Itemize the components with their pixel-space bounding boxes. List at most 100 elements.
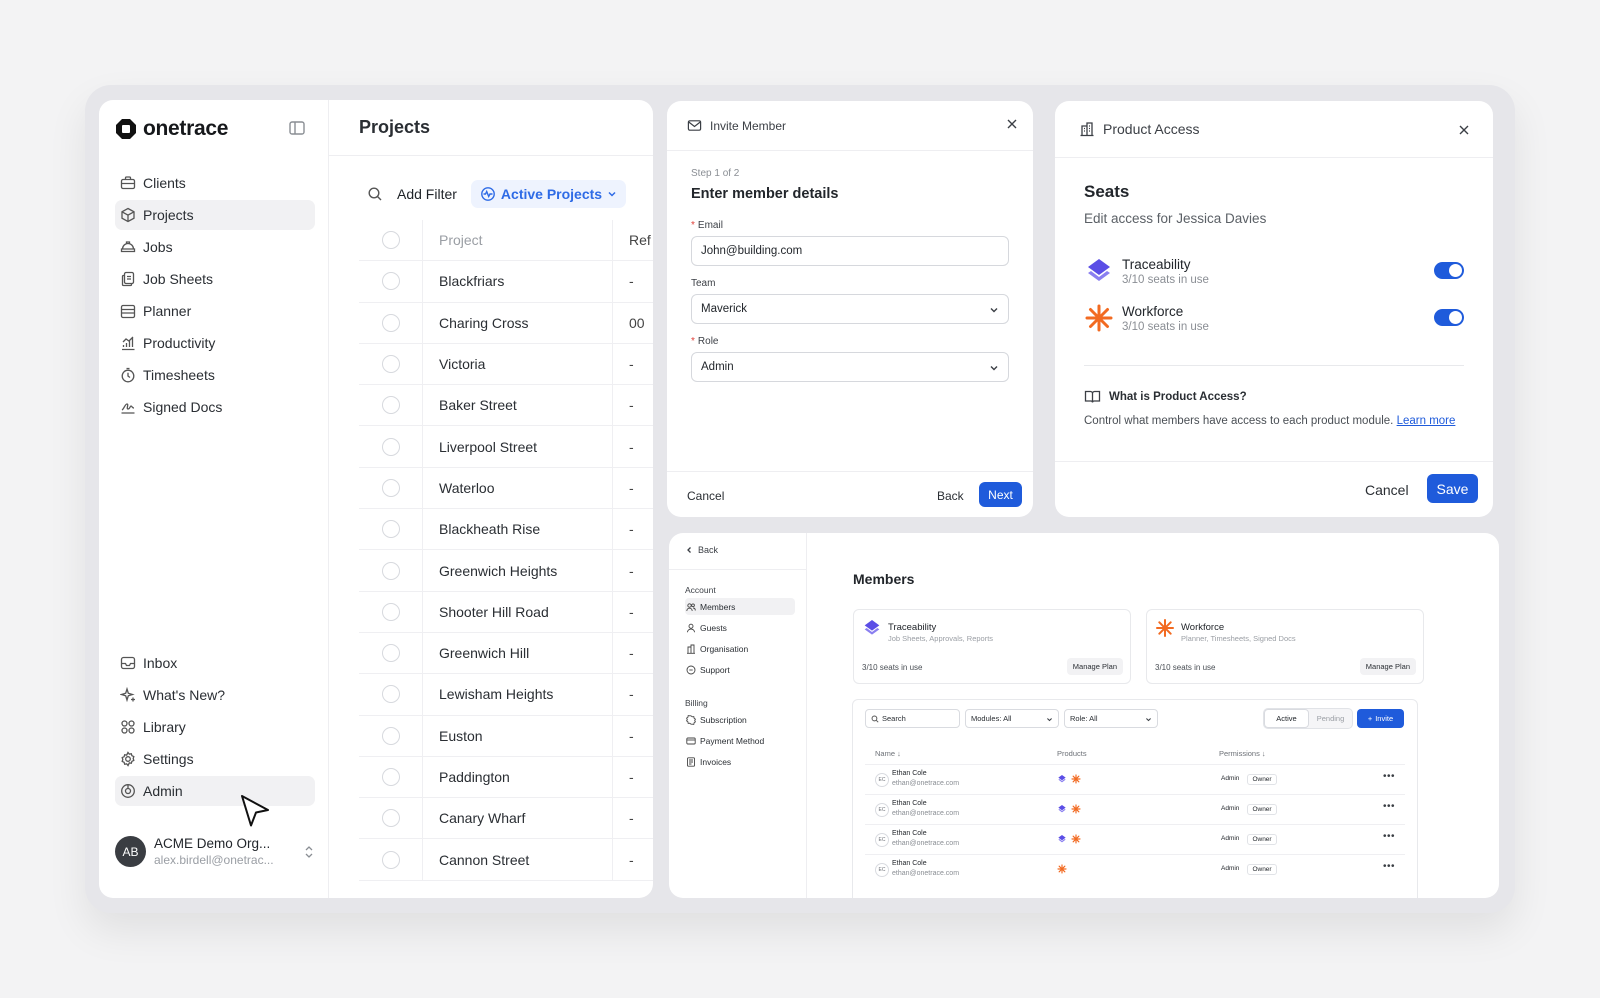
sidebar-item-planner[interactable]: Planner	[115, 296, 315, 326]
row-checkbox[interactable]	[381, 355, 400, 374]
settings-item-support[interactable]: Support	[685, 661, 795, 678]
table-row[interactable]: EC Ethan Cole ethan@onetrace.com Admin Owner…	[865, 794, 1405, 824]
settings-item-invoices[interactable]: Invoices	[685, 753, 795, 770]
learn-more-link[interactable]: Learn more	[1397, 415, 1456, 427]
save-button[interactable]: Save	[1427, 474, 1478, 503]
more-options-icon[interactable]: •••	[1383, 801, 1395, 812]
cancel-button[interactable]: Cancel	[1365, 482, 1409, 498]
search-icon[interactable]	[367, 186, 383, 202]
traceability-toggle[interactable]	[1434, 262, 1464, 279]
table-row[interactable]: Lewisham Heights -	[359, 674, 653, 716]
settings-item-members[interactable]: Members	[685, 598, 795, 615]
back-button[interactable]: Back	[937, 489, 964, 503]
project-name: Charing Cross	[423, 302, 613, 343]
cancel-button[interactable]: Cancel	[687, 489, 724, 503]
settings-item-organisation[interactable]: Organisation	[685, 640, 795, 657]
sidebar-item-settings[interactable]: Settings	[115, 744, 315, 774]
tab-pending[interactable]: Pending	[1309, 709, 1352, 728]
column-header-ref[interactable]: Ref	[613, 232, 651, 248]
table-row[interactable]: Cannon Street -	[359, 839, 653, 881]
row-checkbox[interactable]	[381, 850, 400, 869]
sidebar-item-inbox[interactable]: Inbox	[115, 648, 315, 678]
close-icon[interactable]	[1457, 123, 1471, 137]
email-field[interactable]: John@building.com	[691, 236, 1009, 266]
sidebar-item-admin[interactable]: Admin	[115, 776, 315, 806]
table-row[interactable]: Greenwich Heights -	[359, 550, 653, 592]
row-select-cell	[359, 591, 423, 632]
sidebar-item-library[interactable]: Library	[115, 712, 315, 742]
manage-plan-button[interactable]: Manage Plan	[1359, 658, 1416, 675]
table-row[interactable]: Paddington -	[359, 756, 653, 799]
role-select[interactable]: Admin	[691, 352, 1009, 382]
table-row[interactable]: EC Ethan Cole ethan@onetrace.com Admin Owner…	[865, 764, 1405, 794]
column-header-project[interactable]: Project	[423, 220, 613, 261]
sidebar-item-timesheets[interactable]: Timesheets	[115, 360, 315, 390]
row-checkbox[interactable]	[381, 478, 400, 497]
active-projects-filter[interactable]: Active Projects	[470, 180, 627, 208]
row-checkbox[interactable]	[381, 685, 400, 704]
sidebar-toggle-icon[interactable]	[288, 119, 306, 137]
invite-button[interactable]: + Invite	[1357, 709, 1404, 728]
row-checkbox[interactable]	[381, 437, 400, 456]
manage-plan-button[interactable]: Manage Plan	[1066, 658, 1123, 675]
table-row[interactable]: Euston -	[359, 715, 653, 757]
column-header-name[interactable]: Name ↓	[875, 749, 901, 758]
sidebar-item-productivity[interactable]: Productivity	[115, 328, 315, 358]
more-options-icon[interactable]: •••	[1383, 861, 1395, 872]
table-row[interactable]: Greenwich Hill -	[359, 632, 653, 675]
logo[interactable]: onetrace	[115, 117, 228, 141]
tab-active[interactable]: Active	[1264, 709, 1309, 728]
table-row[interactable]: Charing Cross 00	[359, 302, 653, 344]
row-checkbox[interactable]	[381, 726, 400, 745]
table-row[interactable]: Canary Wharf -	[359, 798, 653, 840]
sidebar-item-projects[interactable]: Projects	[115, 200, 315, 230]
sidebar-item-clients[interactable]: Clients	[115, 168, 315, 198]
more-options-icon[interactable]: •••	[1383, 771, 1395, 782]
more-options-icon[interactable]: •••	[1383, 831, 1395, 842]
table-row[interactable]: EC Ethan Cole ethan@onetrace.com Admin Owner…	[865, 824, 1405, 854]
back-link[interactable]: Back	[685, 545, 718, 555]
select-all-checkbox[interactable]	[381, 231, 400, 250]
search-input[interactable]: Search	[865, 709, 960, 728]
settings-item-subscription[interactable]: Subscription	[685, 711, 795, 728]
row-checkbox[interactable]	[381, 561, 400, 580]
card-icon	[686, 737, 696, 744]
sidebar-item-label: Jobs	[143, 239, 173, 255]
table-row[interactable]: Baker Street -	[359, 385, 653, 427]
sidebar-item-job-sheets[interactable]: Job Sheets	[115, 264, 315, 294]
row-checkbox[interactable]	[381, 396, 400, 415]
column-header-permissions[interactable]: Permissions ↓	[1219, 749, 1266, 758]
table-row[interactable]: Waterloo -	[359, 467, 653, 510]
sidebar-item-whats-new[interactable]: What's New?	[115, 680, 315, 710]
member-permissions: Admin Owner	[1217, 804, 1277, 815]
row-checkbox[interactable]	[381, 809, 400, 828]
table-row[interactable]: Victoria -	[359, 343, 653, 386]
next-button[interactable]: Next	[979, 482, 1022, 507]
row-checkbox[interactable]	[381, 520, 400, 539]
sidebar-item-jobs[interactable]: Jobs	[115, 232, 315, 262]
row-checkbox[interactable]	[381, 644, 400, 663]
settings-item-guests[interactable]: Guests	[685, 619, 795, 636]
table-row[interactable]: Shooter Hill Road -	[359, 591, 653, 633]
row-checkbox[interactable]	[381, 768, 400, 786]
table-row[interactable]: Blackfriars -	[359, 261, 653, 303]
account-switcher[interactable]: AB ACME Demo Org... alex.birdell@onetrac…	[115, 836, 315, 867]
add-filter-button[interactable]: Add Filter	[397, 186, 457, 202]
table-row[interactable]: Blackheath Rise -	[359, 509, 653, 551]
row-checkbox[interactable]	[381, 272, 400, 291]
divider	[667, 471, 1033, 472]
close-icon[interactable]	[1005, 117, 1019, 131]
team-select[interactable]: Maverick	[691, 294, 1009, 324]
workforce-toggle[interactable]	[1434, 309, 1464, 326]
sidebar-item-signed-docs[interactable]: Signed Docs	[115, 392, 315, 422]
owner-badge: Owner	[1247, 804, 1277, 815]
modules-filter[interactable]: Modules: All	[965, 709, 1059, 728]
table-row[interactable]: EC Ethan Cole ethan@onetrace.com Admin Owner…	[865, 854, 1405, 884]
avatar: EC	[875, 803, 889, 817]
row-checkbox[interactable]	[381, 602, 400, 621]
row-checkbox[interactable]	[381, 313, 400, 332]
users-icon	[686, 602, 696, 611]
table-row[interactable]: Liverpool Street -	[359, 426, 653, 468]
settings-item-payment-method[interactable]: Payment Method	[685, 732, 795, 749]
role-filter[interactable]: Role: All	[1064, 709, 1158, 728]
